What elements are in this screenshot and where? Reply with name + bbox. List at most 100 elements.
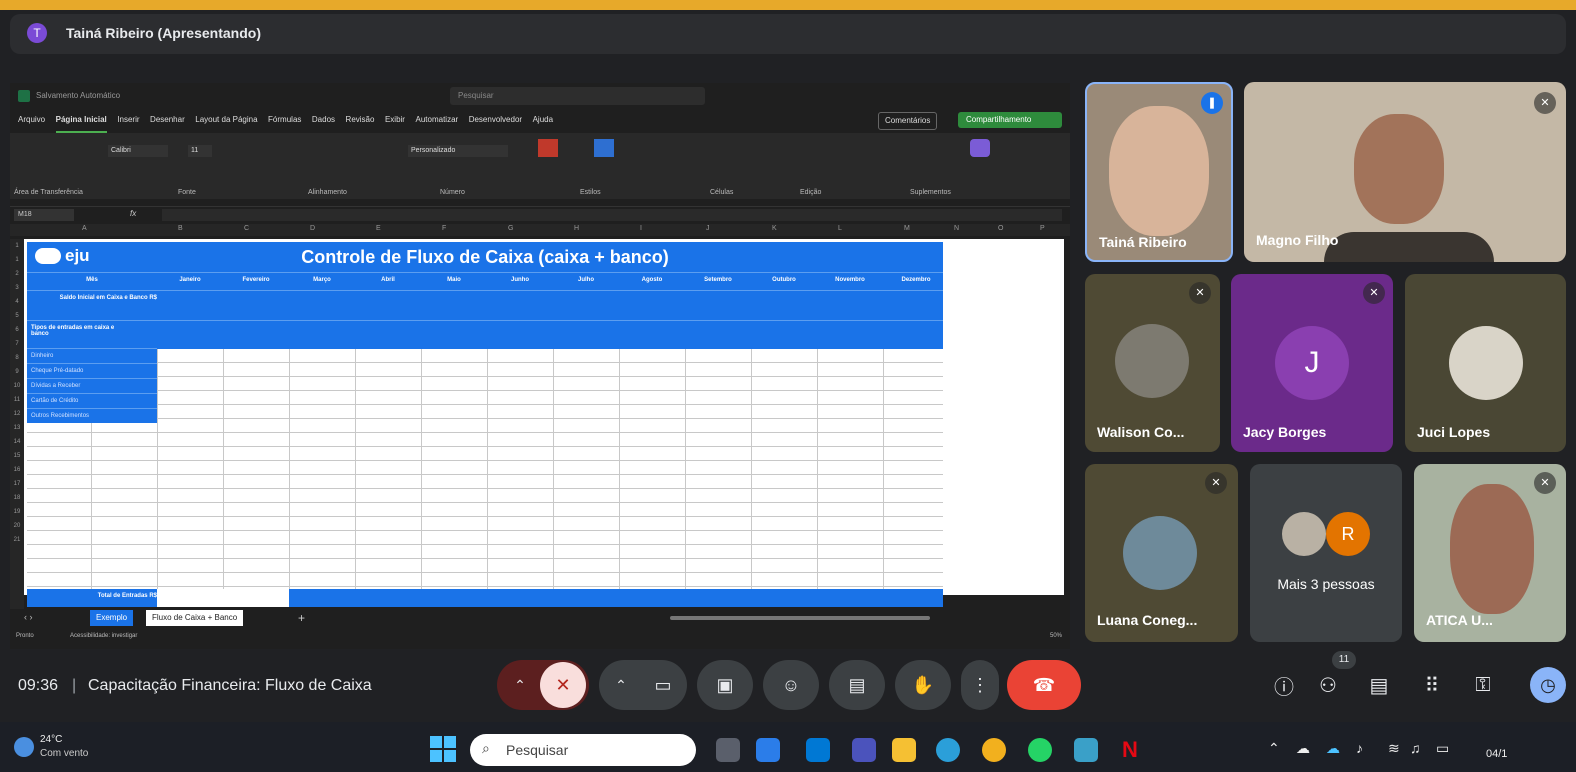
emoji-button[interactable]: ☺	[763, 660, 819, 710]
participant-tile-walison[interactable]: ✕ Walison Co...	[1085, 274, 1220, 452]
col-c[interactable]: C	[244, 225, 249, 232]
file-explorer-icon[interactable]	[892, 738, 916, 762]
menu-formulas[interactable]: Fórmulas	[268, 109, 301, 131]
chat-icon[interactable]: ▤	[1361, 667, 1397, 703]
timer-icon[interactable]: ◷	[1530, 667, 1566, 703]
col-n[interactable]: N	[954, 225, 959, 232]
participant-tile-jacy[interactable]: J ✕ Jacy Borges	[1231, 274, 1393, 452]
conditional-format-icon[interactable]	[538, 139, 558, 157]
copilot-icon[interactable]	[970, 139, 990, 157]
meeting-info-icon[interactable]: ⓘ	[1266, 667, 1302, 703]
participant-tile-juci[interactable]: Juci Lopes	[1405, 274, 1566, 452]
activities-icon[interactable]: ⠿	[1414, 667, 1450, 703]
col-l[interactable]: L	[838, 225, 842, 232]
participant-tile-taina[interactable]: ❚ Tainá Ribeiro	[1085, 82, 1233, 262]
end-call-button[interactable]: ☎	[1007, 660, 1081, 710]
format-table-icon[interactable]	[594, 139, 614, 157]
camera-button[interactable]: ▭	[641, 675, 685, 696]
onedrive-blue-icon[interactable]: ☁	[1326, 740, 1340, 757]
netflix-icon[interactable]: N	[1118, 738, 1142, 762]
col-h[interactable]: H	[574, 225, 579, 232]
item-cartao[interactable]: Cartão de Crédito	[27, 393, 157, 408]
cell-grid-col-a[interactable]	[27, 418, 157, 594]
col-o[interactable]: O	[998, 225, 1003, 232]
menu-inserir[interactable]: Inserir	[117, 109, 139, 131]
menu-desenhar[interactable]: Desenhar	[150, 109, 185, 131]
add-sheet-button[interactable]: +	[292, 610, 311, 626]
start-button-icon[interactable]	[430, 736, 456, 762]
col-p[interactable]: P	[1040, 225, 1045, 232]
task-view-icon[interactable]	[716, 738, 740, 762]
name-box[interactable]: M18	[14, 209, 74, 221]
status-accessibility[interactable]: Acessibilidade: investigar	[70, 633, 137, 639]
taskbar-search-input[interactable]: Pesquisar	[470, 734, 696, 766]
people-icon[interactable]: ⚇	[1310, 667, 1346, 703]
item-dinheiro[interactable]: Dinheiro	[27, 348, 157, 363]
menu-ajuda[interactable]: Ajuda	[533, 109, 553, 131]
menu-pagina-inicial[interactable]: Página Inicial	[55, 109, 107, 133]
participant-tile-more[interactable]: R Mais 3 pessoas	[1250, 464, 1402, 642]
tab-exemplo[interactable]: Exemplo	[90, 610, 134, 626]
col-e[interactable]: E	[376, 225, 381, 232]
mic-off-button[interactable]: ✕	[540, 662, 586, 708]
captions-button[interactable]: ▤	[829, 660, 885, 710]
total-cells-selected[interactable]	[157, 589, 289, 607]
edge-icon[interactable]	[936, 738, 960, 762]
item-outros[interactable]: Outros Recebimentos	[27, 408, 157, 423]
present-screen-button[interactable]: ▣	[697, 660, 753, 710]
whatsapp-icon[interactable]	[1028, 738, 1052, 762]
col-a[interactable]: A	[82, 225, 87, 232]
onedrive-icon[interactable]: ☁	[1296, 740, 1310, 757]
col-m[interactable]: M	[904, 225, 910, 232]
col-j[interactable]: J	[706, 225, 710, 232]
teams-icon[interactable]	[852, 738, 876, 762]
formula-input[interactable]	[162, 209, 1062, 221]
menu-dados[interactable]: Dados	[312, 109, 335, 131]
font-name-select[interactable]: Calibri	[108, 145, 168, 157]
participant-tile-magno[interactable]: ✕ Magno Filho	[1244, 82, 1566, 262]
zoom-level[interactable]: 50%	[1050, 633, 1062, 639]
col-d[interactable]: D	[310, 225, 315, 232]
wifi-icon[interactable]: ≋	[1388, 740, 1400, 757]
copilot-taskbar-icon[interactable]	[756, 738, 780, 762]
cell-grid[interactable]	[27, 348, 943, 594]
host-controls-icon[interactable]: ⚿	[1465, 667, 1501, 703]
chrome-icon[interactable]	[982, 738, 1006, 762]
col-g[interactable]: G	[508, 225, 513, 232]
menu-automatizar[interactable]: Automatizar	[416, 109, 459, 131]
item-cheque[interactable]: Cheque Pré-datado	[27, 363, 157, 378]
outlook-icon[interactable]	[806, 738, 830, 762]
excel-search-input[interactable]: Pesquisar	[450, 87, 705, 105]
col-i[interactable]: I	[640, 225, 642, 232]
col-b[interactable]: B	[178, 225, 183, 232]
participant-tile-atica[interactable]: ✕ ATICA U...	[1414, 464, 1566, 642]
col-k[interactable]: K	[772, 225, 777, 232]
raise-hand-button[interactable]: ✋	[895, 660, 951, 710]
mic-options-chevron-icon[interactable]: ⌃	[500, 677, 540, 694]
menu-layout[interactable]: Layout da Página	[195, 109, 257, 131]
comments-button[interactable]: Comentários	[878, 112, 938, 130]
tab-nav-icon[interactable]: ‹ ›	[24, 612, 33, 622]
more-options-button[interactable]: ⋮	[961, 660, 999, 710]
tray-chevron-icon[interactable]: ⌃	[1268, 740, 1280, 757]
weather-icon[interactable]	[14, 737, 34, 757]
font-size-select[interactable]: 11	[188, 145, 212, 157]
volume-icon[interactable]: ♫	[1410, 740, 1421, 756]
number-format-select[interactable]: Personalizado	[408, 145, 508, 157]
battery-icon[interactable]: ▭	[1436, 740, 1449, 757]
taskbar-date[interactable]: 04/1	[1486, 748, 1507, 760]
menu-exibir[interactable]: Exibir	[385, 109, 405, 131]
share-button[interactable]: Compartilhamento	[958, 112, 1062, 128]
item-dividas[interactable]: Dívidas a Receber	[27, 378, 157, 393]
menu-revisao[interactable]: Revisão	[346, 109, 375, 131]
camera-options-chevron-icon[interactable]: ⌃	[601, 677, 641, 694]
microphone-tray-icon[interactable]: ♪	[1356, 740, 1363, 756]
autosave-toggle[interactable]: Salvamento Automático	[36, 91, 120, 100]
col-f[interactable]: F	[442, 225, 446, 232]
menu-desenvolvedor[interactable]: Desenvolvedor	[469, 109, 522, 131]
photos-icon[interactable]	[1074, 738, 1098, 762]
participant-tile-luana[interactable]: ✕ Luana Coneg...	[1085, 464, 1238, 642]
menu-arquivo[interactable]: Arquivo	[18, 109, 45, 131]
horizontal-scrollbar[interactable]	[670, 616, 930, 620]
tab-fluxo-caixa[interactable]: Fluxo de Caixa + Banco	[146, 610, 244, 626]
